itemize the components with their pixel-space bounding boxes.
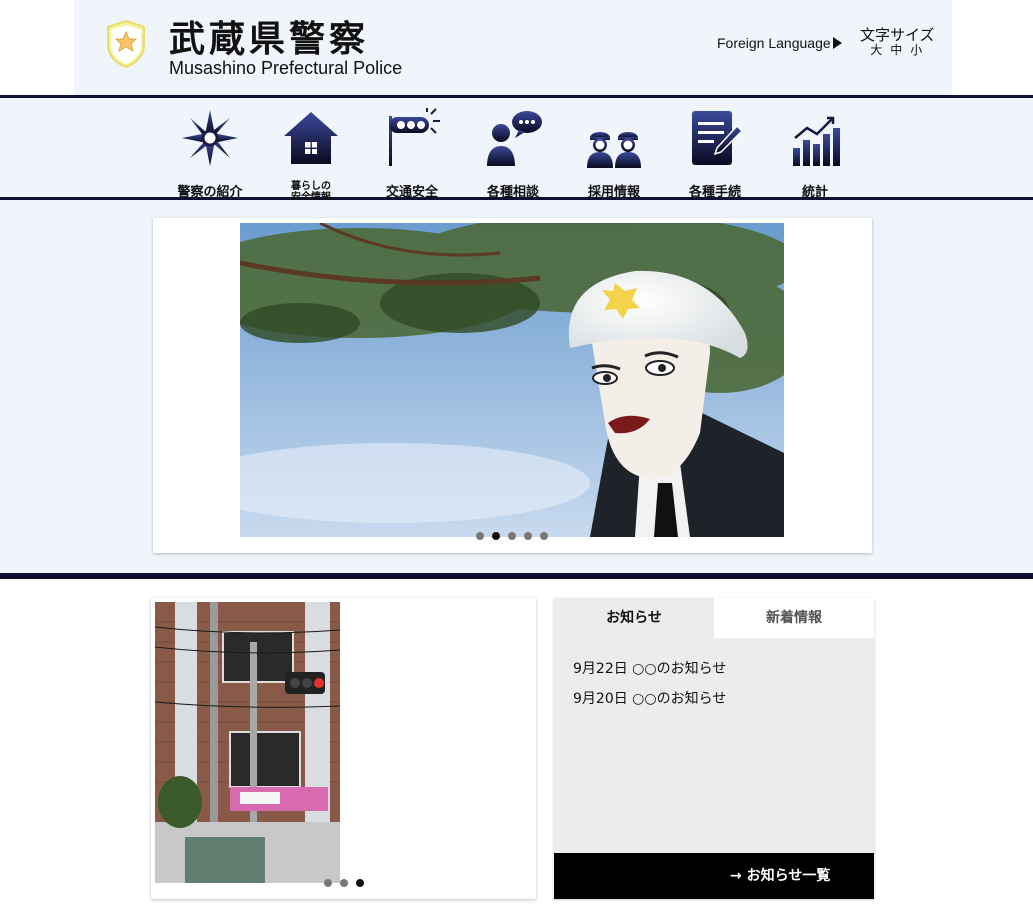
news-more-button[interactable]: → お知らせ一覧 — [554, 853, 874, 899]
document-pen-icon — [692, 111, 744, 165]
police-emblem-icon — [182, 110, 238, 166]
officers-icon — [587, 132, 641, 168]
shield-emblem-icon[interactable] — [104, 19, 148, 69]
photo-pagination — [324, 879, 364, 887]
nav-item-living-safety[interactable]: 暮らしの 安全情報 — [266, 108, 356, 203]
hero-dot-4[interactable] — [524, 532, 532, 540]
hero-dot-2[interactable] — [492, 532, 500, 540]
news-item[interactable]: 9月22日 ○○のお知らせ — [573, 654, 726, 684]
photo-image[interactable] — [155, 602, 340, 883]
hero-dot-3[interactable] — [508, 532, 516, 540]
font-size-small-button[interactable]: 小 — [910, 43, 924, 57]
site-header: 武蔵県警察 Musashino Prefectural Police Forei… — [74, 0, 952, 95]
news-panel: お知らせ 新着情報 9月22日 ○○のお知らせ 9月20日 ○○のお知らせ → … — [554, 598, 874, 899]
nav-item-traffic-safety[interactable]: 交通安全 — [367, 108, 457, 200]
photo-dot-2[interactable] — [340, 879, 348, 887]
traffic-signal-icon — [389, 108, 440, 166]
nav-item-procedures[interactable]: 各種手続 — [670, 108, 760, 200]
nav-label-line: 暮らしの — [291, 181, 331, 192]
triangle-right-icon — [832, 37, 842, 49]
foreign-language-link[interactable]: Foreign Language — [717, 35, 842, 51]
site-title[interactable]: 武蔵県警察 — [169, 10, 369, 62]
news-item[interactable]: 9月20日 ○○のお知らせ — [573, 684, 726, 714]
hero-dot-5[interactable] — [540, 532, 548, 540]
nav-item-consultation[interactable]: 各種相談 — [468, 108, 558, 200]
tab-new-info[interactable]: 新着情報 — [714, 598, 874, 638]
font-size-control: 文字サイズ 大中小 — [860, 27, 935, 57]
hero-slider — [153, 218, 872, 553]
news-more-label: → お知らせ一覧 — [730, 868, 831, 884]
consultation-icon — [487, 111, 542, 166]
bar-chart-icon — [793, 116, 840, 166]
photo-dot-1[interactable] — [324, 879, 332, 887]
photo-slider — [151, 598, 536, 899]
font-size-medium-button[interactable]: 中 — [890, 43, 904, 57]
nav-label: 各種手続 — [688, 185, 741, 200]
nav-label: 統計 — [801, 185, 828, 200]
hero-image[interactable] — [240, 223, 784, 537]
nav-label: 交通安全 — [385, 185, 438, 200]
font-size-large-button[interactable]: 大 — [870, 43, 884, 57]
site-subtitle: Musashino Prefectural Police — [169, 58, 403, 78]
news-list: 9月22日 ○○のお知らせ 9月20日 ○○のお知らせ — [573, 654, 726, 714]
font-size-title: 文字サイズ — [860, 26, 935, 44]
traffic-light-building-photo — [155, 602, 340, 883]
nav-label: 採用情報 — [587, 185, 640, 200]
foreign-language-label: Foreign Language — [717, 35, 831, 51]
nav-label: 各種相談 — [486, 185, 539, 200]
tab-notices[interactable]: お知らせ — [554, 598, 714, 638]
hero-band — [0, 200, 1033, 573]
house-icon — [284, 112, 338, 164]
main-nav: 警察の紹介 暮らしの 安全情報 交通安全 各種相談 採用情報 各種手続 統計 — [0, 95, 1033, 203]
hero-pagination — [476, 532, 548, 540]
news-tabs: お知らせ 新着情報 — [554, 598, 874, 638]
nav-item-police-intro[interactable]: 警察の紹介 — [165, 108, 255, 200]
section-divider — [0, 573, 1033, 579]
photo-dot-3[interactable] — [356, 879, 364, 887]
nav-item-statistics[interactable]: 統計 — [770, 108, 860, 200]
nav-label: 警察の紹介 — [177, 185, 243, 200]
hero-dot-1[interactable] — [476, 532, 484, 540]
police-mannequin-photo — [240, 223, 784, 537]
nav-item-recruitment[interactable]: 採用情報 — [569, 108, 659, 200]
